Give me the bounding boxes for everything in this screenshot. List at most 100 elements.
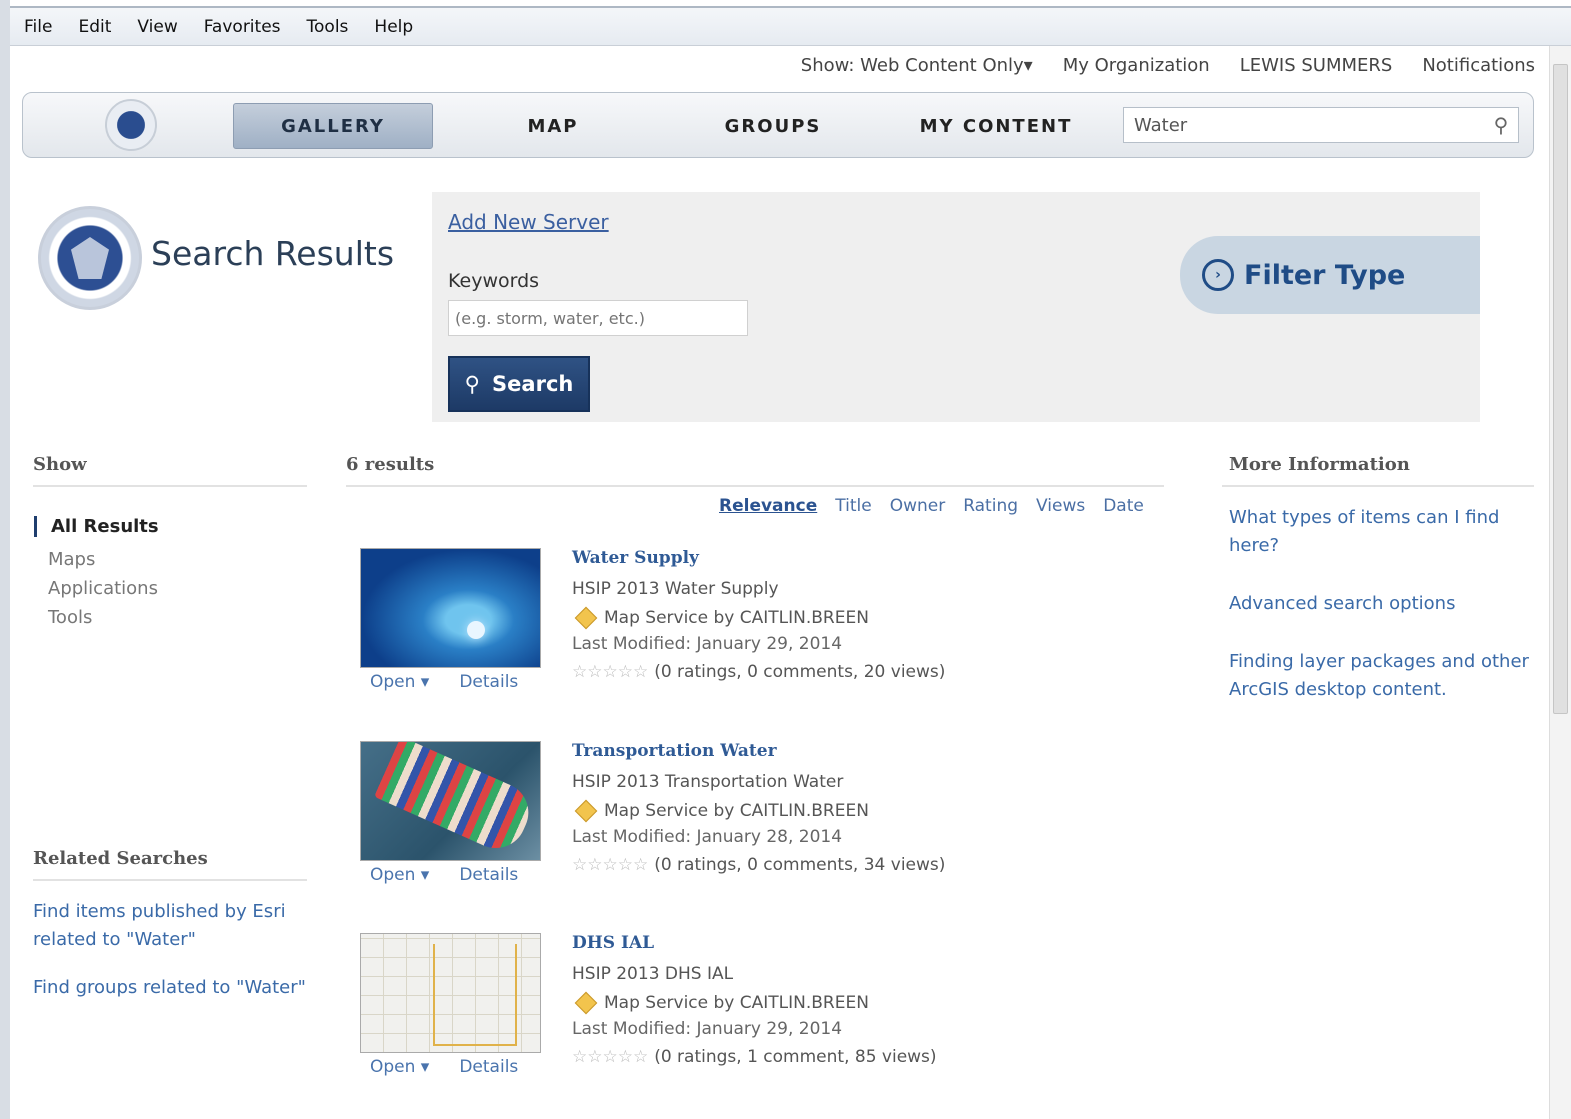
more-info-link-advanced[interactable]: Advanced search options — [1229, 590, 1529, 618]
show-maps[interactable]: Maps — [34, 549, 159, 570]
map-service-icon — [574, 991, 598, 1015]
result-modified: Last Modified: January 29, 2014 — [572, 634, 843, 654]
show-filter-list: All Results Maps Applications Tools — [34, 516, 159, 636]
related-searches: Find items published by Esri related to … — [33, 898, 313, 1022]
menu-edit[interactable]: Edit — [78, 17, 111, 37]
map-service-icon — [574, 606, 598, 630]
main-nav: GALLERY MAP GROUPS MY CONTENT ⚲ — [22, 92, 1534, 158]
chevron-right-icon: › — [1202, 259, 1234, 291]
result-title[interactable]: Transportation Water — [572, 741, 777, 761]
menu-favorites[interactable]: Favorites — [204, 17, 281, 37]
sort-date[interactable]: Date — [1103, 496, 1144, 516]
details-link[interactable]: Details — [459, 865, 518, 885]
filter-type-label: Filter Type — [1244, 259, 1406, 291]
result-title[interactable]: DHS IAL — [572, 933, 654, 953]
sort-title[interactable]: Title — [835, 496, 871, 516]
result-thumbnail[interactable] — [360, 548, 541, 668]
star-rating-icon[interactable]: ☆☆☆☆☆ — [572, 855, 648, 875]
dhs-logo-icon[interactable] — [105, 99, 157, 151]
result-type-label: Map Service by CAITLIN.BREEN — [604, 993, 869, 1013]
sort-bar: Relevance Title Owner Rating Views Date — [719, 496, 1144, 516]
show-heading: Show — [33, 454, 307, 487]
menu-view[interactable]: View — [137, 17, 177, 37]
nav-map[interactable]: MAP — [453, 103, 653, 149]
result-actions: Open ▾ Details — [370, 865, 518, 885]
result-type: Map Service by CAITLIN.BREEN — [572, 799, 869, 823]
star-rating-icon[interactable]: ☆☆☆☆☆ — [572, 1047, 648, 1067]
scrollbar-thumb[interactable] — [1553, 64, 1568, 714]
result-type: Map Service by CAITLIN.BREEN — [572, 991, 869, 1015]
related-link-groups[interactable]: Find groups related to "Water" — [33, 974, 313, 1002]
show-all-results[interactable]: All Results — [34, 516, 159, 537]
search-icon[interactable]: ⚲ — [1484, 113, 1518, 137]
menu-tools[interactable]: Tools — [307, 17, 349, 37]
result-rating-text: (0 ratings, 0 comments, 20 views) — [654, 662, 946, 682]
result-item: Open ▾ Details Transportation Water HSIP… — [360, 741, 1120, 891]
sort-relevance[interactable]: Relevance — [719, 496, 817, 516]
result-type-label: Map Service by CAITLIN.BREEN — [604, 608, 869, 628]
more-info-heading: More Information — [1222, 454, 1534, 487]
result-thumbnail[interactable] — [360, 741, 541, 861]
result-modified: Last Modified: January 28, 2014 — [572, 827, 843, 847]
result-rating: ☆☆☆☆☆ (0 ratings, 0 comments, 20 views) — [572, 662, 945, 682]
more-info-link-layer-packages[interactable]: Finding layer packages and other ArcGIS … — [1229, 648, 1529, 704]
map-service-icon — [574, 799, 598, 823]
open-dropdown[interactable]: Open ▾ — [370, 672, 429, 692]
notifications-link[interactable]: Notifications — [1422, 55, 1535, 76]
search-button-label: Search — [492, 372, 574, 396]
add-new-server-link[interactable]: Add New Server — [448, 210, 609, 234]
menu-bar: File Edit View Favorites Tools Help — [10, 6, 1571, 46]
menu-help[interactable]: Help — [374, 17, 413, 37]
result-description: HSIP 2013 Transportation Water — [572, 772, 844, 792]
results-count: 6 results — [346, 454, 1164, 487]
result-thumbnail[interactable] — [360, 933, 541, 1053]
result-rating-text: (0 ratings, 1 comment, 85 views) — [654, 1047, 937, 1067]
open-dropdown[interactable]: Open ▾ — [370, 865, 429, 885]
search-icon: ⚲ — [464, 372, 481, 396]
filter-type-toggle[interactable]: › Filter Type — [1180, 236, 1480, 314]
sort-owner[interactable]: Owner — [890, 496, 946, 516]
nav-my-content[interactable]: MY CONTENT — [896, 103, 1096, 149]
user-menu[interactable]: LEWIS SUMMERS — [1240, 55, 1393, 76]
global-search-input[interactable] — [1124, 108, 1484, 142]
keywords-label: Keywords — [448, 270, 540, 292]
result-rating: ☆☆☆☆☆ (0 ratings, 1 comment, 85 views) — [572, 1047, 937, 1067]
result-title[interactable]: Water Supply — [572, 548, 699, 568]
show-content-dropdown[interactable]: Show: Web Content Only▾ — [801, 55, 1033, 76]
show-tools[interactable]: Tools — [34, 607, 159, 628]
result-actions: Open ▾ Details — [370, 672, 518, 692]
result-modified: Last Modified: January 29, 2014 — [572, 1019, 843, 1039]
result-actions: Open ▾ Details — [370, 1057, 518, 1077]
search-button[interactable]: ⚲ Search — [448, 356, 590, 412]
vertical-scrollbar[interactable] — [1549, 46, 1571, 1119]
more-info-links: What types of items can I find here? Adv… — [1229, 504, 1529, 734]
menu-file[interactable]: File — [24, 17, 52, 37]
result-type-label: Map Service by CAITLIN.BREEN — [604, 801, 869, 821]
result-description: HSIP 2013 DHS IAL — [572, 964, 734, 984]
nav-gallery[interactable]: GALLERY — [233, 103, 433, 149]
global-search: ⚲ — [1123, 107, 1519, 143]
search-panel: Add New Server Keywords ⚲ Search › Filte… — [432, 192, 1480, 422]
sort-views[interactable]: Views — [1036, 496, 1085, 516]
details-link[interactable]: Details — [459, 672, 518, 692]
related-searches-heading: Related Searches — [33, 848, 307, 881]
my-organization-link[interactable]: My Organization — [1063, 55, 1210, 76]
result-item: Open ▾ Details DHS IAL HSIP 2013 DHS IAL… — [360, 933, 1120, 1083]
star-rating-icon[interactable]: ☆☆☆☆☆ — [572, 662, 648, 682]
show-applications[interactable]: Applications — [34, 578, 159, 599]
result-rating-text: (0 ratings, 0 comments, 34 views) — [654, 855, 946, 875]
page-title: Search Results — [151, 234, 395, 273]
top-links: Show: Web Content Only▾ My Organization … — [801, 55, 1535, 76]
related-link-esri[interactable]: Find items published by Esri related to … — [33, 898, 313, 954]
keywords-input[interactable] — [448, 300, 748, 336]
result-item: Open ▾ Details Water Supply HSIP 2013 Wa… — [360, 548, 1120, 698]
nav-groups[interactable]: GROUPS — [673, 103, 873, 149]
more-info-link-types[interactable]: What types of items can I find here? — [1229, 504, 1529, 560]
result-description: HSIP 2013 Water Supply — [572, 579, 779, 599]
details-link[interactable]: Details — [459, 1057, 518, 1077]
result-type: Map Service by CAITLIN.BREEN — [572, 606, 869, 630]
result-rating: ☆☆☆☆☆ (0 ratings, 0 comments, 34 views) — [572, 855, 945, 875]
dhs-seal-icon — [38, 206, 142, 310]
sort-rating[interactable]: Rating — [963, 496, 1018, 516]
open-dropdown[interactable]: Open ▾ — [370, 1057, 429, 1077]
